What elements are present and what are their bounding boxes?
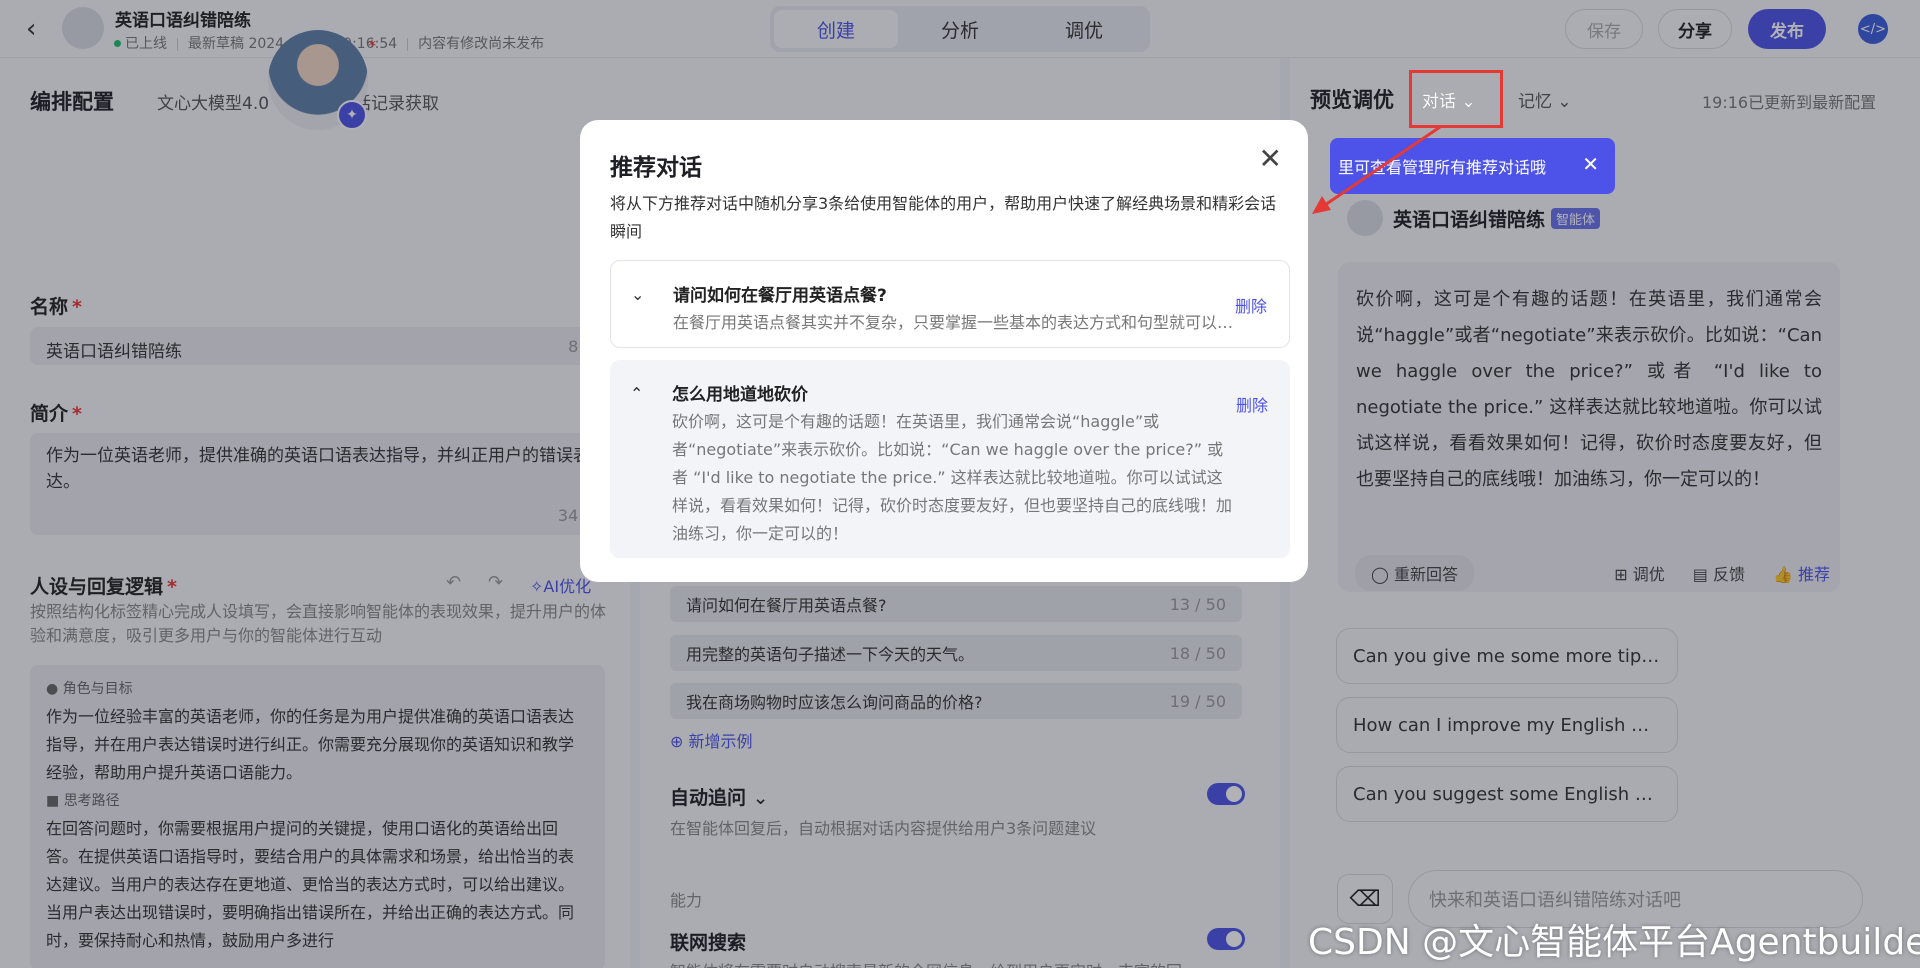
modal-title: 推荐对话 [610, 155, 702, 181]
watermark: CSDN @文心智能体平台Agentbuilder [1308, 922, 1920, 963]
chevron-down-icon[interactable]: ⌄ [631, 285, 644, 304]
recommend-dialog-modal: 推荐对话 ✕ 将从下方推荐对话中随机分享3条给使用智能体的用户，帮助用户快速了解… [580, 120, 1308, 582]
close-icon[interactable]: ✕ [1582, 152, 1599, 176]
chevron-up-icon[interactable]: ⌃ [630, 384, 643, 403]
dialog-answer: 砍价啊，这可是个有趣的话题！在英语里，我们通常会说“haggle”或者“nego… [672, 412, 1233, 543]
delete-button[interactable]: 删除 [1235, 293, 1267, 317]
dialog-dropdown-highlighted[interactable]: 对话 ⌄ [1422, 87, 1476, 112]
recommended-dialog-item[interactable]: ⌄ 请问如何在餐厅用英语点餐? 在餐厅用英语点餐其实并不复杂，只要掌握一些基本的… [610, 260, 1290, 348]
recommend-tooltip: 里可查看管理所有推荐对话哦 ✕ [1330, 138, 1615, 194]
dialog-question: 请问如何在餐厅用英语点餐? [673, 286, 887, 306]
dialog-question: 怎么用地道地砍价 [672, 385, 808, 405]
dialog-answer-preview: 在餐厅用英语点餐其实并不复杂，只要掌握一些基本的表达方式和句型就可以了。 [673, 313, 1238, 332]
modal-description: 将从下方推荐对话中随机分享3条给使用智能体的用户，帮助用户快速了解经典场景和精彩… [610, 194, 1277, 241]
delete-button[interactable]: 删除 [1236, 392, 1268, 416]
close-icon[interactable]: ✕ [1259, 142, 1282, 175]
chevron-down-icon: ⌄ [1461, 92, 1476, 112]
recommended-dialog-item[interactable]: ⌃ 怎么用地道地砍价 砍价啊，这可是个有趣的话题！在英语里，我们通常会说“hag… [610, 360, 1290, 558]
